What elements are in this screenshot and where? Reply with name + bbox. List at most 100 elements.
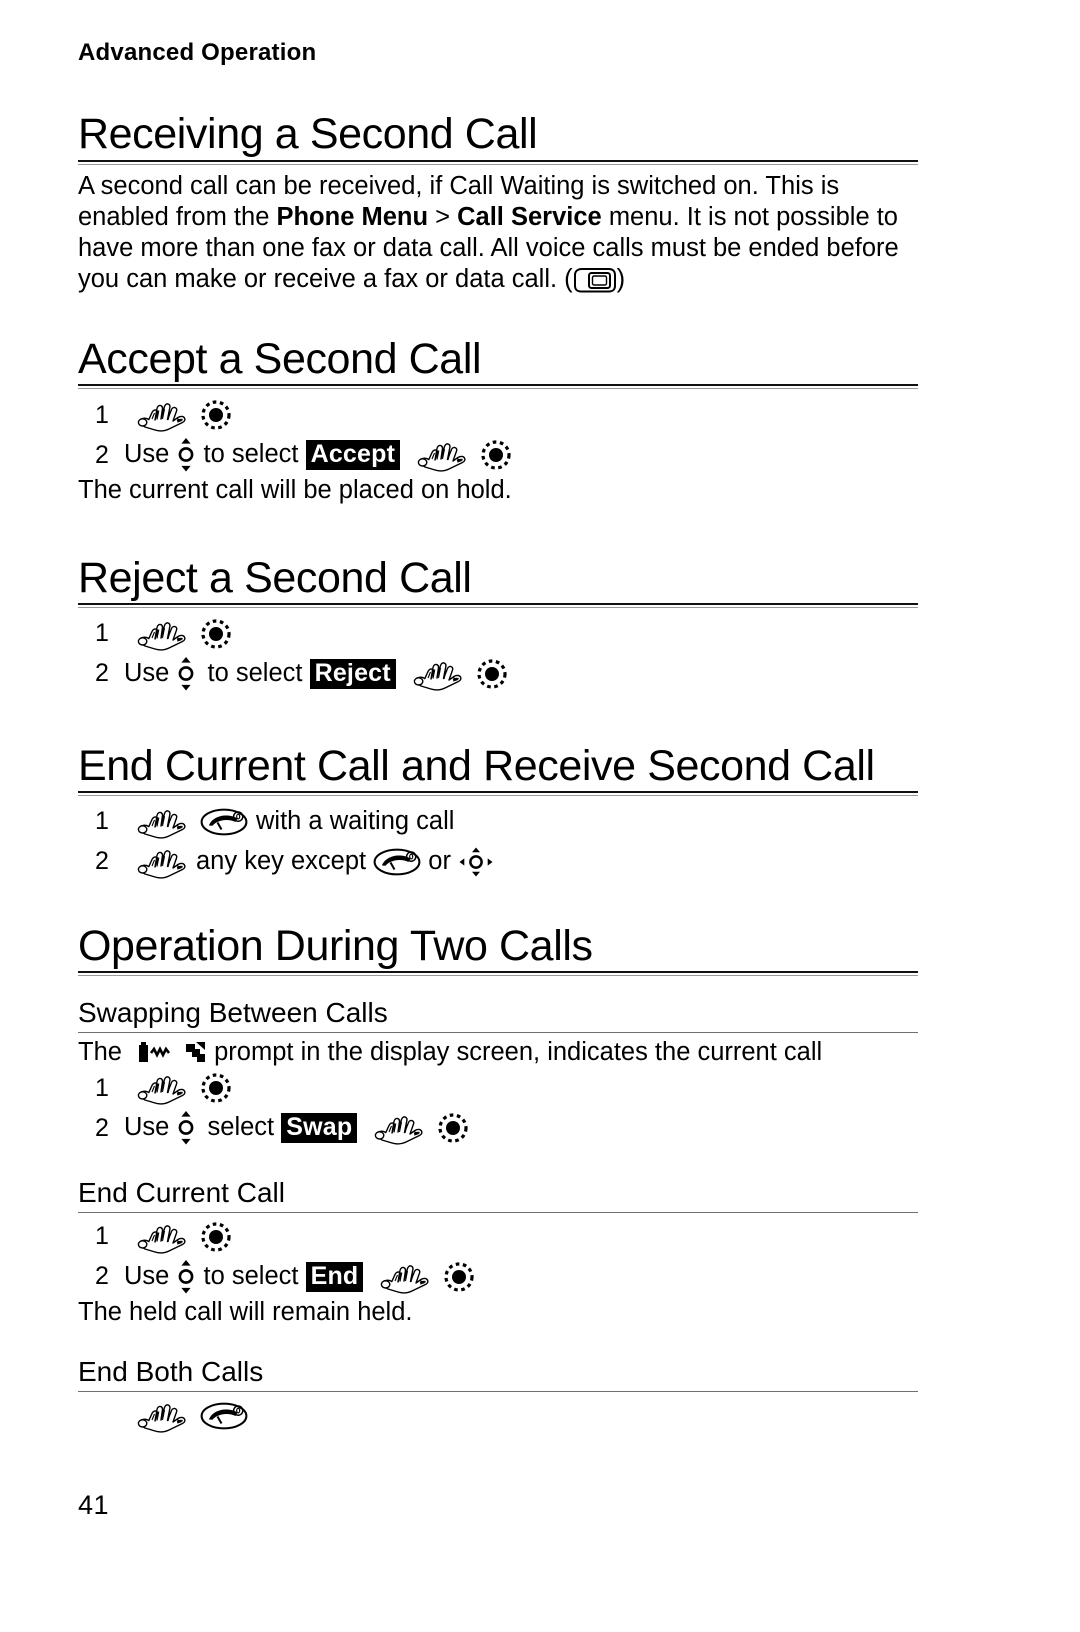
heading-rule — [78, 159, 918, 165]
step-number: 1 — [95, 807, 109, 836]
step-text: to select — [200, 659, 310, 688]
section-heading-accept-a-second-call: Accept a Second Call — [78, 334, 918, 390]
subsection-heading-end-current-call: End Current Call — [78, 1177, 918, 1213]
step-text: Use — [124, 659, 177, 688]
up-down-scroll-key-icon[interactable] — [176, 437, 196, 473]
step-content — [124, 1071, 232, 1105]
menu-label-end[interactable]: End — [305, 1261, 364, 1292]
step-row: 2 any key except or — [78, 842, 918, 882]
soft-key-select-icon[interactable] — [437, 1112, 469, 1144]
phone-menu-emphasis: Phone Menu — [276, 202, 429, 231]
press-key-hand-icon — [375, 1116, 423, 1145]
section-heading-end-current-call-and-receive-second-call: End Current Call and Receive Second Call — [78, 743, 918, 796]
step-text: Use — [124, 1262, 177, 1291]
step-number: 2 — [95, 847, 109, 876]
step-row: 1 with a waiting call — [78, 802, 918, 842]
soft-key-select-icon[interactable] — [200, 1072, 232, 1104]
manual-page: Advanced Operation Receiving a Second Ca… — [0, 0, 1080, 1632]
soft-key-select-icon[interactable] — [476, 658, 508, 690]
step-number: 1 — [95, 1073, 109, 1102]
step-content: Use select Swap — [124, 1110, 469, 1146]
up-down-scroll-key-icon[interactable] — [176, 1258, 196, 1295]
step-row: 2 Use to select Reject — [78, 654, 918, 694]
step-list-swap: 1 2 Use select Swap — [78, 1068, 918, 1148]
section-heading-operation-during-two-calls: Operation During Two Calls — [78, 921, 918, 977]
press-key-hand-icon — [137, 1076, 186, 1105]
paragraph-swap-prompt: The prompt in the display screen, indica… — [78, 1037, 918, 1068]
heading-rule — [78, 1391, 918, 1393]
paragraph-segment: ) — [616, 264, 626, 293]
step-row: 1 — [78, 395, 918, 435]
four-way-navigation-key-icon[interactable] — [458, 846, 494, 878]
heading-text: End Both Calls — [78, 1356, 264, 1388]
step-text: with a waiting call — [256, 807, 455, 836]
step-text: select — [200, 1113, 282, 1142]
end-call-key-icon[interactable] — [200, 808, 248, 836]
page-content: Advanced Operation Receiving a Second Ca… — [78, 39, 918, 1436]
paragraph-receiving-second-call: A second call can be received, if Call W… — [78, 171, 918, 295]
end-call-key-icon[interactable] — [373, 848, 421, 876]
soft-key-select-icon[interactable] — [443, 1261, 475, 1293]
up-down-scroll-key-icon[interactable] — [176, 655, 196, 692]
heading-rule — [78, 790, 918, 796]
heading-text: Operation During Two Calls — [78, 921, 593, 970]
step-number: 1 — [95, 1222, 109, 1251]
press-key-hand-icon — [137, 403, 186, 432]
note-accept: The current call will be placed on hold. — [78, 476, 512, 505]
step-number: 2 — [95, 440, 109, 469]
soft-key-select-icon[interactable] — [200, 399, 232, 431]
display-handset-arrow-icon — [186, 1042, 206, 1063]
heading-rule — [78, 971, 918, 977]
step-list-end-current-call: 1 2 Use to select End — [78, 1217, 918, 1297]
press-key-hand-icon — [137, 1225, 186, 1254]
press-key-hand-icon — [413, 662, 462, 691]
step-content — [124, 617, 232, 651]
heading-text: Receiving a Second Call — [78, 110, 538, 159]
subsection-heading-swapping-between-calls: Swapping Between Calls — [78, 997, 918, 1033]
press-key-hand-icon — [417, 443, 466, 472]
step-content — [124, 398, 232, 432]
sim-card-icon — [573, 268, 616, 293]
heading-rule — [78, 602, 918, 608]
display-phone-wave-icon — [137, 1041, 171, 1064]
up-down-scroll-key-icon[interactable] — [176, 1110, 196, 1146]
press-key-hand-icon — [381, 1265, 429, 1294]
heading-rule — [78, 384, 918, 390]
step-text: Use — [124, 440, 177, 469]
running-header: Advanced Operation — [78, 39, 317, 66]
end-call-key-icon[interactable] — [200, 1402, 248, 1430]
step-number: 1 — [95, 400, 109, 429]
step-content: Use to select Reject — [124, 655, 508, 692]
menu-label-swap[interactable]: Swap — [281, 1113, 358, 1144]
heading-text: Accept a Second Call — [78, 334, 482, 383]
step-content: Use to select End — [124, 1258, 475, 1295]
press-key-hand-icon — [137, 850, 186, 879]
call-service-emphasis: Call Service — [457, 202, 602, 231]
step-row: 1 — [78, 1217, 918, 1257]
heading-rule — [78, 1031, 918, 1033]
soft-key-select-icon[interactable] — [480, 439, 512, 471]
step-list-end-both-calls — [78, 1396, 918, 1436]
step-content: Use to select Accept — [124, 437, 512, 473]
menu-label-accept[interactable]: Accept — [305, 440, 401, 471]
soft-key-select-icon[interactable] — [200, 1221, 232, 1253]
menu-label-reject[interactable]: Reject — [309, 658, 396, 689]
paragraph-segment: prompt in the display screen, indicates … — [207, 1037, 823, 1066]
step-content: with a waiting call — [124, 805, 454, 839]
step-row — [78, 1396, 918, 1436]
step-content — [124, 1399, 248, 1433]
step-row: 2 Use to select Accept — [78, 435, 918, 475]
step-text: any key except — [196, 847, 374, 876]
paragraph-segment: The — [78, 1037, 130, 1066]
step-number: 2 — [95, 1262, 109, 1291]
heading-text: Swapping Between Calls — [78, 997, 388, 1029]
soft-key-select-icon[interactable] — [200, 618, 232, 650]
step-row: 1 — [78, 614, 918, 654]
